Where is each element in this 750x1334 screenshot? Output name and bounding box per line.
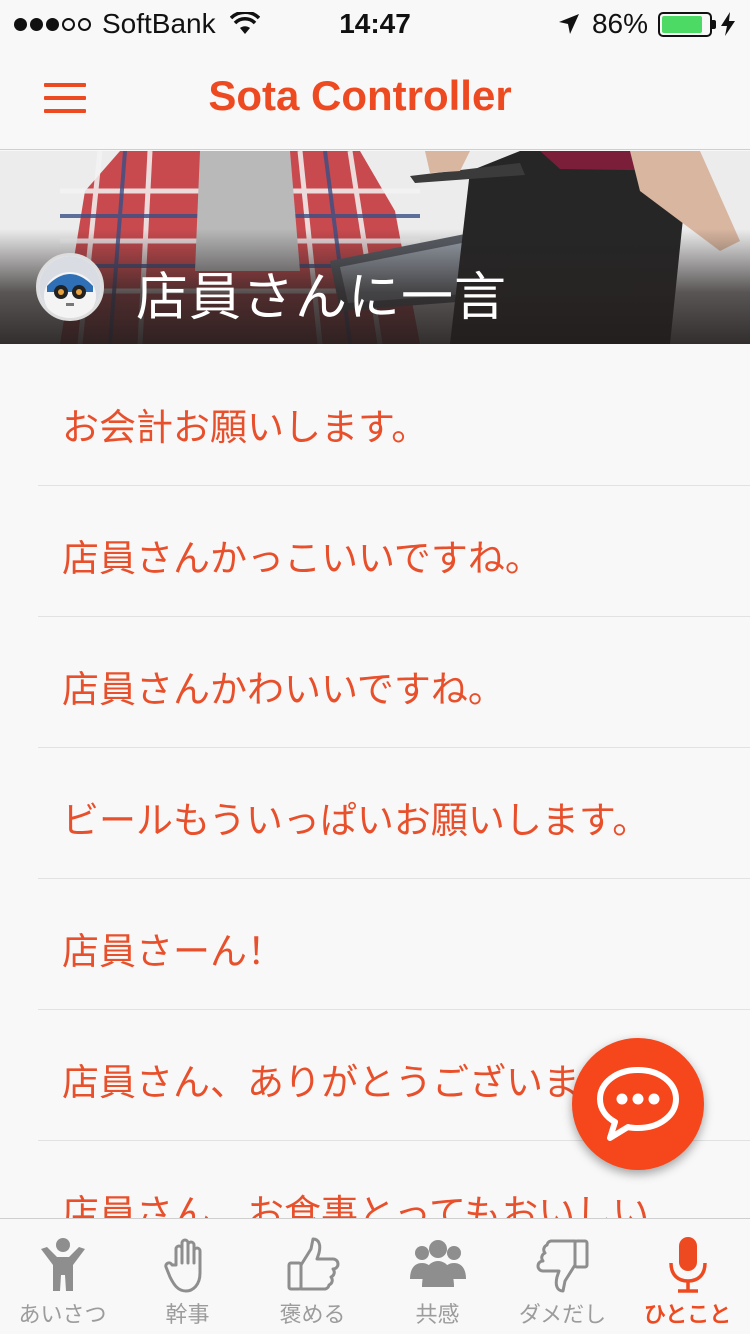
list-item-label: 店員さんかっこいいですね。 <box>62 537 542 580</box>
status-bar: SoftBank 14:47 86% <box>0 0 750 50</box>
list-item-label: お会計お願いします。 <box>62 406 429 449</box>
thumbs-down-icon <box>536 1239 588 1293</box>
list-item-label: 店員さーん！ <box>62 930 284 973</box>
list-item[interactable]: ビールもういっぱいお願いします。 <box>0 748 750 879</box>
speech-bubble-icon <box>597 1067 679 1141</box>
battery-icon <box>658 11 716 37</box>
charging-bolt-icon <box>721 12 735 36</box>
category-banner: 店員さんに一言 <box>0 151 750 344</box>
tab-empathy[interactable]: 共感 <box>375 1219 500 1334</box>
tab-label: 褒める <box>279 1303 346 1328</box>
list-item[interactable]: 店員さんかわいいですね。 <box>0 617 750 748</box>
status-right: 86% <box>558 8 736 40</box>
tab-praise[interactable]: 褒める <box>250 1219 375 1334</box>
group-icon <box>409 1240 466 1287</box>
location-arrow-icon <box>558 14 579 34</box>
tab-label: 幹事 <box>165 1303 210 1328</box>
microphone-icon <box>668 1237 707 1293</box>
tab-label: ダメだし <box>518 1303 607 1328</box>
tab-organizer[interactable]: 幹事 <box>125 1219 250 1334</box>
navigation-bar: Sota Controller <box>0 50 750 150</box>
robot-avatar <box>36 253 104 321</box>
tab-label: あいさつ <box>18 1303 107 1328</box>
banner-title: 店員さんに一言 <box>136 268 508 328</box>
robot-icon <box>39 256 101 318</box>
speak-button[interactable] <box>572 1038 704 1170</box>
list-item[interactable]: お会計お願いします。 <box>0 355 750 486</box>
tab-critique[interactable]: ダメだし <box>500 1219 625 1334</box>
tab-one-phrase[interactable]: ひとこと <box>625 1219 750 1334</box>
tab-greeting[interactable]: あいさつ <box>0 1219 125 1334</box>
list-item[interactable]: 店員さんかっこいいですね。 <box>0 486 750 617</box>
list-item-label: 店員さん、ありがとうございます。 <box>62 1061 651 1104</box>
list-item-label: ビールもういっぱいお願いします。 <box>62 799 650 842</box>
tab-label: ひとこと <box>643 1303 732 1328</box>
page-title: Sota Controller <box>208 72 512 119</box>
list-item-label: 店員さんかわいいですね。 <box>62 668 505 711</box>
battery-percent: 86% <box>591 8 648 39</box>
thumbs-up-icon <box>287 1237 339 1291</box>
person-icon <box>40 1238 85 1291</box>
tab-bar: あいさつ 幹事 褒める 共感 ダメだし ひとこと <box>0 1218 750 1334</box>
list-item[interactable]: 店員さーん！ <box>0 879 750 1010</box>
hand-icon <box>163 1238 201 1293</box>
tab-label: 共感 <box>415 1303 460 1328</box>
